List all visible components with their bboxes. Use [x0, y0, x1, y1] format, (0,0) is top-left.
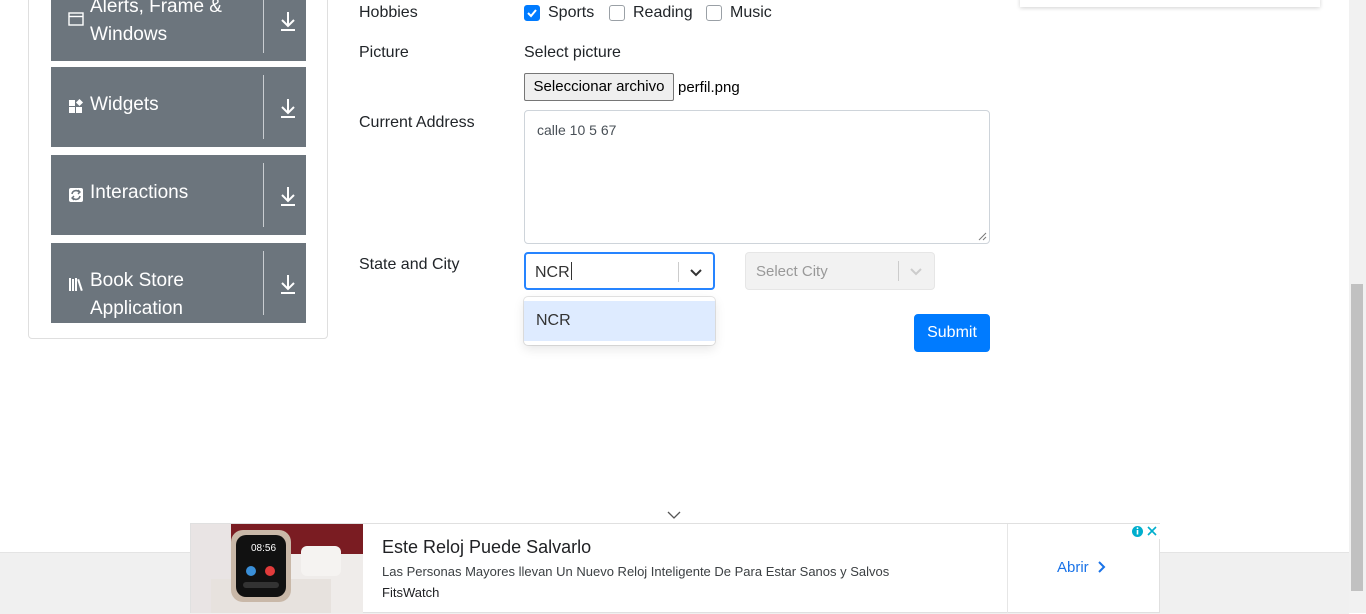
picture-label: Picture: [359, 44, 409, 61]
state-city-label: State and City: [359, 256, 460, 273]
ad-image[interactable]: 08:56: [191, 524, 363, 613]
divider: [263, 251, 264, 315]
city-select-placeholder: Select City: [756, 263, 828, 280]
download-arrow-icon[interactable]: [279, 97, 297, 119]
file-name: perfil.png: [678, 79, 740, 96]
reading-checkbox[interactable]: [609, 5, 625, 21]
state-option[interactable]: NCR: [524, 301, 715, 341]
download-arrow-icon[interactable]: [279, 185, 297, 207]
interactions-icon: [69, 188, 83, 202]
submit-button[interactable]: Submit: [914, 314, 990, 352]
chevron-down-icon[interactable]: [666, 510, 682, 520]
chevron-right-icon: [1098, 561, 1106, 573]
download-arrow-icon[interactable]: [279, 273, 297, 295]
sports-label[interactable]: Sports: [548, 4, 594, 22]
sidebar-group-interactions[interactable]: Interactions: [51, 155, 306, 235]
ad-divider: [1007, 524, 1008, 613]
ad-brand[interactable]: FitsWatch: [382, 585, 439, 600]
ad-choices-close-icon[interactable]: [1130, 524, 1160, 539]
reading-label[interactable]: Reading: [633, 4, 693, 22]
city-select[interactable]: Select City: [745, 252, 935, 290]
scrollbar-thumb[interactable]: [1351, 284, 1363, 591]
sports-checkbox[interactable]: [524, 5, 540, 21]
current-address-label: Current Address: [359, 114, 475, 131]
ad-open-button[interactable]: Abrir: [1057, 559, 1107, 576]
sidebar-panel: Alerts, Frame & Windows Widgets Interact…: [28, 0, 328, 339]
smartwatch-image: 08:56: [191, 524, 363, 613]
state-select[interactable]: NCR: [524, 252, 715, 290]
side-card: [1020, 0, 1320, 7]
sidebar-group-title: Book Store Application: [90, 270, 184, 319]
divider: [263, 0, 264, 53]
current-address-textarea[interactable]: calle 10 5 67: [524, 110, 990, 244]
sidebar-group-widgets[interactable]: Widgets: [51, 67, 306, 147]
music-checkbox[interactable]: [706, 5, 722, 21]
sidebar-group-title: Interactions: [90, 182, 189, 203]
books-icon: [69, 278, 83, 292]
watch-time: 08:56: [251, 543, 276, 554]
window-icon: [68, 12, 84, 26]
chevron-down-icon[interactable]: [688, 264, 704, 280]
hobbies-options: Sports Reading Music: [524, 1, 824, 25]
ad-open-label: Abrir: [1057, 559, 1089, 576]
ad-description[interactable]: Las Personas Mayores llevan Un Nuevo Rel…: [382, 564, 889, 579]
download-arrow-icon[interactable]: [279, 10, 297, 32]
sidebar-group-alerts[interactable]: Alerts, Frame & Windows: [51, 0, 306, 61]
state-dropdown-menu: NCR: [524, 297, 715, 345]
select-separator: [898, 261, 899, 281]
page-scrollbar[interactable]: [1349, 0, 1366, 613]
sidebar-group-title: Widgets: [90, 94, 159, 115]
resize-handle-icon[interactable]: [977, 231, 987, 241]
select-separator: [678, 262, 679, 282]
music-label[interactable]: Music: [730, 4, 772, 22]
check-icon: [527, 9, 537, 18]
hobbies-label: Hobbies: [359, 4, 418, 21]
sidebar-group-book-store[interactable]: Book Store Application: [51, 243, 306, 323]
address-value: calle 10 5 67: [537, 122, 617, 138]
divider: [263, 75, 264, 139]
choose-file-button[interactable]: Seleccionar archivo: [524, 73, 674, 101]
divider: [263, 163, 264, 227]
chevron-down-icon: [910, 268, 922, 276]
ad-banner[interactable]: 08:56 Este Reloj Puede Salvarlo Las Pers…: [190, 523, 1160, 613]
sidebar-group-title: Alerts, Frame & Windows: [90, 0, 222, 45]
widgets-icon: [69, 99, 84, 113]
text-cursor: [570, 262, 572, 280]
state-select-value[interactable]: NCR: [535, 262, 572, 282]
select-picture-hint: Select picture: [524, 44, 621, 61]
ad-title[interactable]: Este Reloj Puede Salvarlo: [382, 537, 591, 558]
